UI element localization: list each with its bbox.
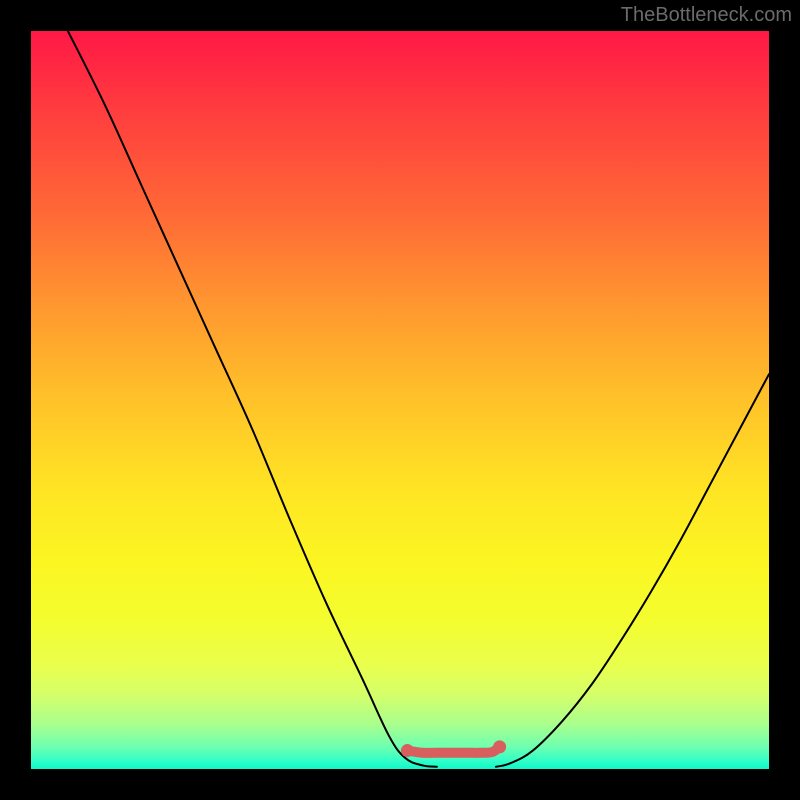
chart-frame: TheBottleneck.com <box>0 0 800 800</box>
plot-area <box>31 31 769 769</box>
curve-svg <box>31 31 769 769</box>
watermark-text: TheBottleneck.com <box>621 4 792 27</box>
